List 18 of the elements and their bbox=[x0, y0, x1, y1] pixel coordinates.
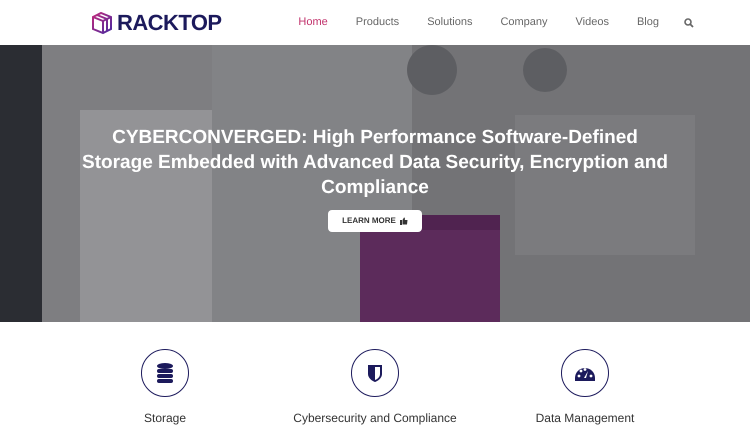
logo-icon bbox=[91, 10, 113, 34]
logo-text: RACKTOP bbox=[117, 9, 222, 37]
learn-more-button[interactable]: LEARN MORE bbox=[328, 210, 422, 232]
nav-link[interactable]: Home bbox=[298, 14, 328, 31]
shield-icon bbox=[368, 364, 382, 382]
nav-link[interactable]: Solutions bbox=[427, 14, 472, 31]
thumbs-up-icon bbox=[400, 217, 408, 225]
gauge-icon bbox=[575, 366, 595, 380]
feature-label: Cybersecurity and Compliance bbox=[293, 410, 457, 427]
nav-link[interactable]: Blog bbox=[636, 14, 659, 31]
nav-link[interactable]: Videos bbox=[576, 14, 609, 31]
search-icon[interactable] bbox=[684, 18, 694, 28]
feature-label: Data Management bbox=[536, 410, 634, 427]
nav-link[interactable]: Company bbox=[500, 14, 548, 31]
feature-label: Storage bbox=[144, 410, 186, 427]
nav-link[interactable]: Products bbox=[356, 14, 400, 31]
hero-headline: CYBERCONVERGED: High Performance Software-Defined Storage Embedded with Advanced Data Security, Encryption and Compliance bbox=[81, 126, 669, 200]
database-icon bbox=[156, 363, 174, 383]
